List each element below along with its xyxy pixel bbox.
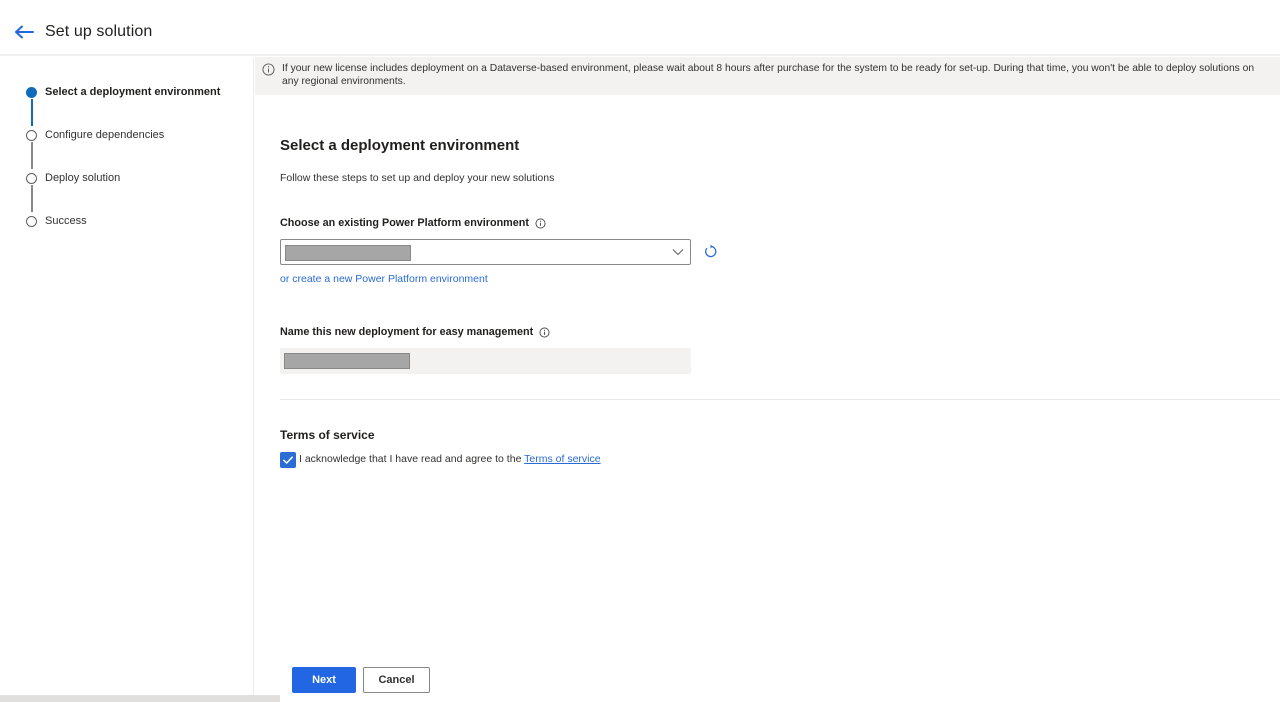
- section-subtitle: Follow these steps to set up and deploy …: [280, 172, 555, 184]
- step-connector: [31, 142, 33, 169]
- step-pending-indicator-icon: [26, 172, 37, 184]
- step-connector: [31, 185, 33, 212]
- section-title: Select a deployment environment: [280, 137, 520, 154]
- deployment-name-label-text: Name this new deployment for easy manage…: [280, 326, 534, 338]
- chevron-down-icon: [672, 249, 684, 256]
- info-banner: If your new license includes deployment …: [255, 57, 1280, 95]
- info-icon: [262, 63, 275, 76]
- environment-label: Choose an existing Power Platform enviro…: [280, 217, 546, 229]
- deployment-name-input[interactable]: [280, 348, 691, 374]
- step-configure-dependencies[interactable]: Configure dependencies: [26, 127, 164, 143]
- page-header: Set up solution: [0, 0, 1280, 56]
- step-label: Success: [45, 215, 87, 227]
- page-title: Set up solution: [45, 23, 153, 40]
- terms-text: I acknowledge that I have read and agree…: [299, 453, 601, 465]
- section-divider: [280, 399, 1280, 400]
- banner-text: If your new license includes deployment …: [282, 63, 1255, 87]
- terms-checkbox[interactable]: [280, 452, 296, 468]
- checkmark-icon: [283, 456, 293, 464]
- step-label: Select a deployment environment: [45, 86, 221, 98]
- environment-label-text: Choose an existing Power Platform enviro…: [280, 217, 529, 229]
- step-success[interactable]: Success: [26, 213, 87, 229]
- cancel-button[interactable]: Cancel: [363, 667, 430, 693]
- back-button[interactable]: [12, 20, 36, 44]
- step-label: Deploy solution: [45, 172, 121, 184]
- horizontal-scrollbar[interactable]: [0, 695, 280, 702]
- redacted-value: [285, 245, 411, 261]
- step-pending-indicator-icon: [26, 215, 37, 227]
- redacted-value: [284, 353, 410, 369]
- stepper-sidebar: Select a deployment environment Configur…: [0, 58, 254, 702]
- info-icon[interactable]: [535, 218, 546, 229]
- step-active-indicator-icon: [26, 86, 37, 98]
- terms-text-prefix: I acknowledge that I have read and agree…: [299, 453, 525, 465]
- arrow-left-icon: [15, 25, 34, 39]
- refresh-icon[interactable]: [703, 244, 718, 259]
- deployment-name-label: Name this new deployment for easy manage…: [280, 326, 550, 338]
- step-pending-indicator-icon: [26, 129, 37, 141]
- terms-of-service-link[interactable]: Terms of service: [524, 453, 600, 465]
- info-icon[interactable]: [539, 327, 550, 338]
- step-label: Configure dependencies: [45, 129, 165, 141]
- terms-title: Terms of service: [280, 428, 375, 442]
- environment-dropdown[interactable]: [280, 239, 691, 265]
- next-button[interactable]: Next: [292, 667, 356, 693]
- step-select-environment[interactable]: Select a deployment environment: [26, 84, 220, 100]
- create-environment-link[interactable]: or create a new Power Platform environme…: [280, 273, 488, 285]
- step-connector: [31, 99, 33, 126]
- step-deploy-solution[interactable]: Deploy solution: [26, 170, 120, 186]
